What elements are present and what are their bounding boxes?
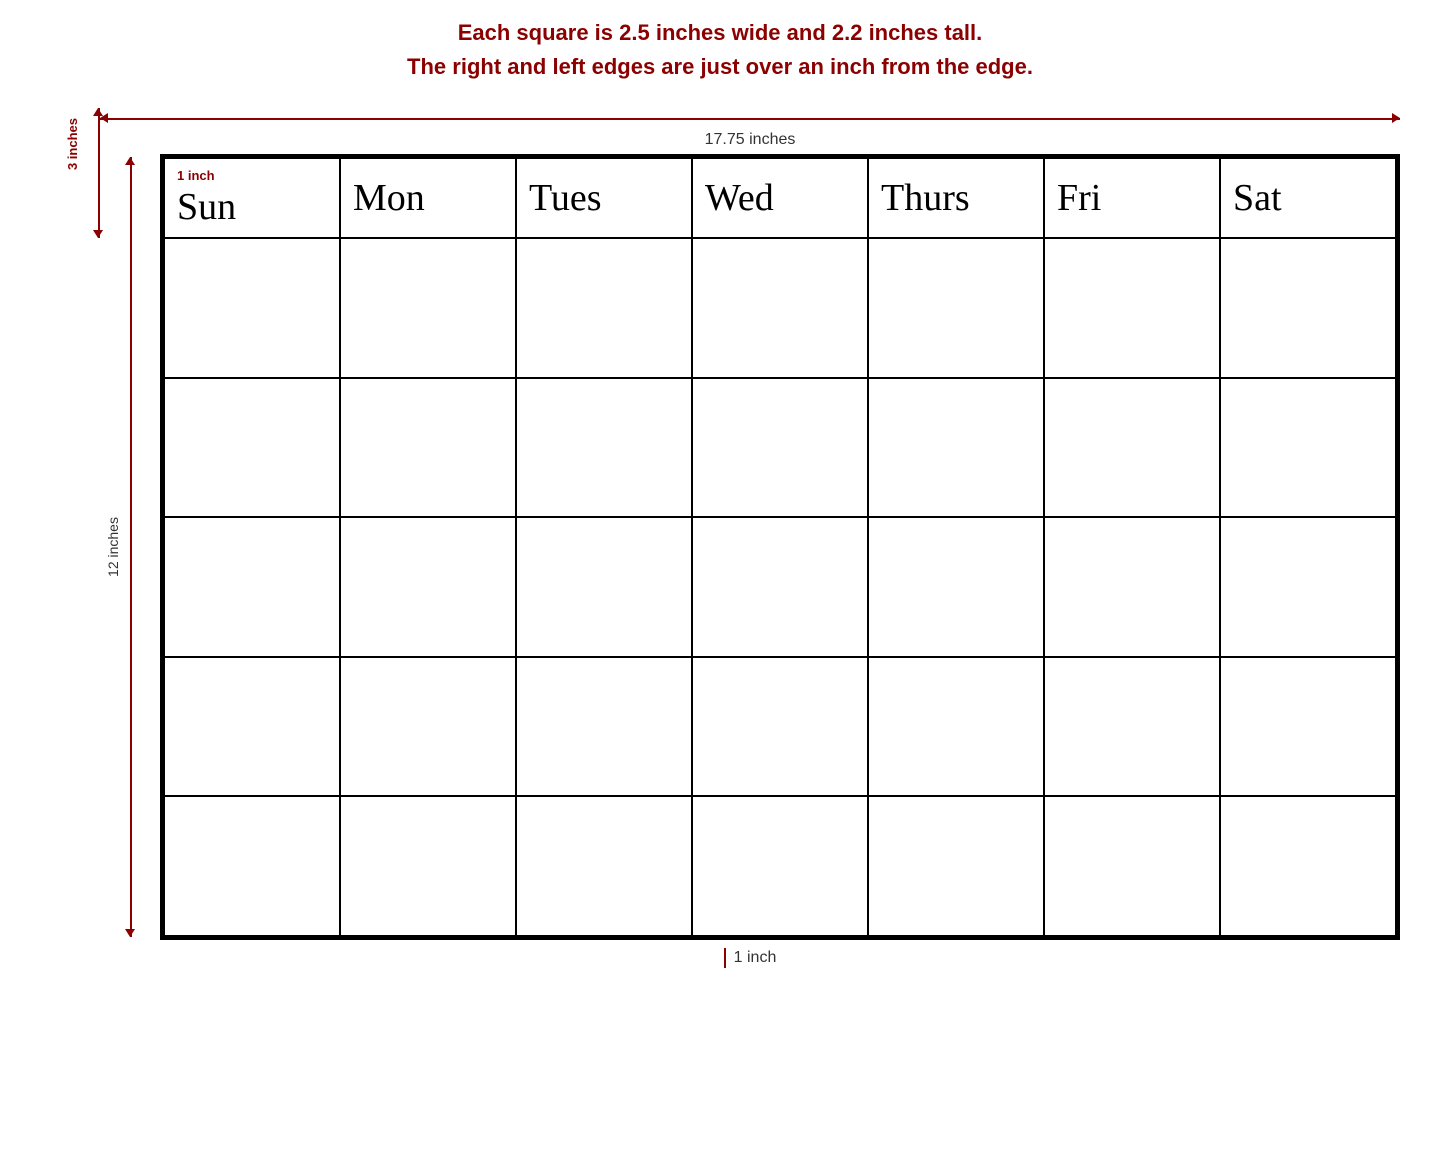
cell-r5-fri — [1044, 796, 1220, 936]
measurements-container: 3 inches 17.75 inches 12 inches — [40, 108, 1400, 968]
cell-r4-tues — [516, 657, 692, 797]
cell-r4-fri — [1044, 657, 1220, 797]
cell-r3-thurs — [868, 517, 1044, 657]
header-tues: Tues — [516, 158, 692, 238]
calendar-wrapper: 12 inches 1 inch Sun Mon Tues We — [100, 154, 1400, 940]
calendar-body — [164, 238, 1396, 936]
3inch-label: 3 inches — [65, 118, 80, 170]
cell-r1-wed — [692, 238, 868, 378]
cell-r5-thurs — [868, 796, 1044, 936]
cell-r1-fri — [1044, 238, 1220, 378]
calendar-grid: 1 inch Sun Mon Tues Wed Thurs Fri Sat — [160, 154, 1400, 940]
h-arrow — [100, 108, 1400, 128]
cell-r5-tues — [516, 796, 692, 936]
left-3inch-area: 3 inches — [40, 108, 100, 968]
cell-r3-wed — [692, 517, 868, 657]
header-wed: Wed — [692, 158, 868, 238]
cell-r1-tues — [516, 238, 692, 378]
bottom-area: 1 inch — [100, 948, 1400, 968]
cell-r3-fri — [1044, 517, 1220, 657]
cell-r4-wed — [692, 657, 868, 797]
sun-inch-label: 1 inch — [177, 168, 331, 183]
header-fri: Fri — [1044, 158, 1220, 238]
table-row — [164, 238, 1396, 378]
top-info-box: Each square is 2.5 inches wide and 2.2 i… — [40, 20, 1400, 88]
cell-r5-sun — [164, 796, 340, 936]
table-row — [164, 378, 1396, 518]
cell-r3-sun — [164, 517, 340, 657]
calendar-table: 1 inch Sun Mon Tues Wed Thurs Fri Sat — [163, 157, 1397, 937]
cell-r4-mon — [340, 657, 516, 797]
header-sat: Sat — [1220, 158, 1396, 238]
cell-r2-sun — [164, 378, 340, 518]
cell-r3-sat — [1220, 517, 1396, 657]
cell-r5-wed — [692, 796, 868, 936]
cell-r2-sat — [1220, 378, 1396, 518]
cell-r1-sat — [1220, 238, 1396, 378]
cell-r4-sat — [1220, 657, 1396, 797]
header-row: 1 inch Sun Mon Tues Wed Thurs Fri Sat — [164, 158, 1396, 238]
cell-r2-tues — [516, 378, 692, 518]
header-mon: Mon — [340, 158, 516, 238]
table-row — [164, 517, 1396, 657]
cell-r3-mon — [340, 517, 516, 657]
info-line1: Each square is 2.5 inches wide and 2.2 i… — [40, 20, 1400, 46]
cell-r1-thurs — [868, 238, 1044, 378]
cell-r5-sat — [1220, 796, 1396, 936]
cell-r5-mon — [340, 796, 516, 936]
table-row — [164, 796, 1396, 936]
12inch-label: 12 inches — [105, 517, 121, 577]
cell-r4-sun — [164, 657, 340, 797]
info-line2: The right and left edges are just over a… — [40, 54, 1400, 80]
h-measurement: 17.75 inches — [100, 108, 1400, 149]
cell-r3-tues — [516, 517, 692, 657]
cell-r4-thurs — [868, 657, 1044, 797]
header-thurs: Thurs — [868, 158, 1044, 238]
main-content-area: 17.75 inches 12 inches 1 inch — [100, 108, 1400, 968]
cell-r2-thurs — [868, 378, 1044, 518]
header-sun: 1 inch Sun — [164, 158, 340, 238]
day-sun: Sun — [177, 186, 236, 228]
bottom-label: 1 inch — [734, 949, 777, 967]
cell-r2-wed — [692, 378, 868, 518]
12inch-area: 12 inches — [100, 154, 160, 940]
cell-r1-mon — [340, 238, 516, 378]
cell-r1-sun — [164, 238, 340, 378]
bottom-1inch: 1 inch — [724, 948, 777, 968]
bottom-tick — [724, 948, 726, 968]
cell-r2-mon — [340, 378, 516, 518]
h-label: 17.75 inches — [705, 131, 796, 149]
table-row — [164, 657, 1396, 797]
cell-r2-fri — [1044, 378, 1220, 518]
